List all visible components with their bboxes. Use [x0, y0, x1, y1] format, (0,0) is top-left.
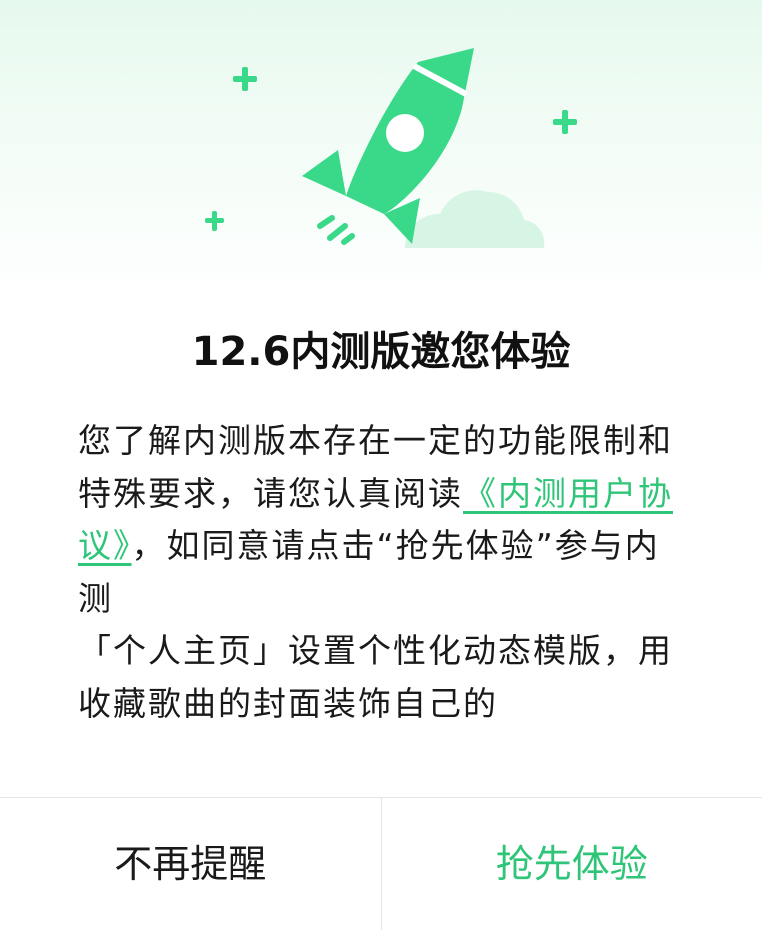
body-paragraph-agreement: 您了解内测版本存在一定的功能限制和特殊要求，请您认真阅读《内测用户协议》，如同意…: [78, 415, 678, 625]
cloud-icon: [405, 190, 545, 248]
dialog-title: 12.6内测版邀您体验: [191, 329, 571, 375]
dismiss-button[interactable]: 不再提醒: [0, 798, 382, 930]
hero-banner: [0, 0, 762, 300]
dialog-body: 您了解内测版本存在一定的功能限制和特殊要求，请您认真阅读《内测用户协议》，如同意…: [78, 415, 678, 730]
body-paragraph-feature: 「个人主页」设置个性化动态模版，用收藏歌曲的封面装饰自己的: [78, 631, 673, 723]
dialog-footer: 不再提醒 抢先体验: [0, 797, 762, 930]
rocket-illustration: [205, 48, 577, 248]
plus-sparkle-icon: [233, 67, 257, 91]
plus-sparkle-icon: [205, 211, 224, 231]
join-beta-button[interactable]: 抢先体验: [382, 798, 762, 930]
body-instruction-text: ，如同意请点击“抢先体验”参与内测: [78, 526, 660, 618]
beta-invite-dialog: 12.6内测版邀您体验 您了解内测版本存在一定的功能限制和特殊要求，请您认真阅读…: [0, 0, 762, 930]
plus-sparkle-icon: [553, 110, 577, 134]
